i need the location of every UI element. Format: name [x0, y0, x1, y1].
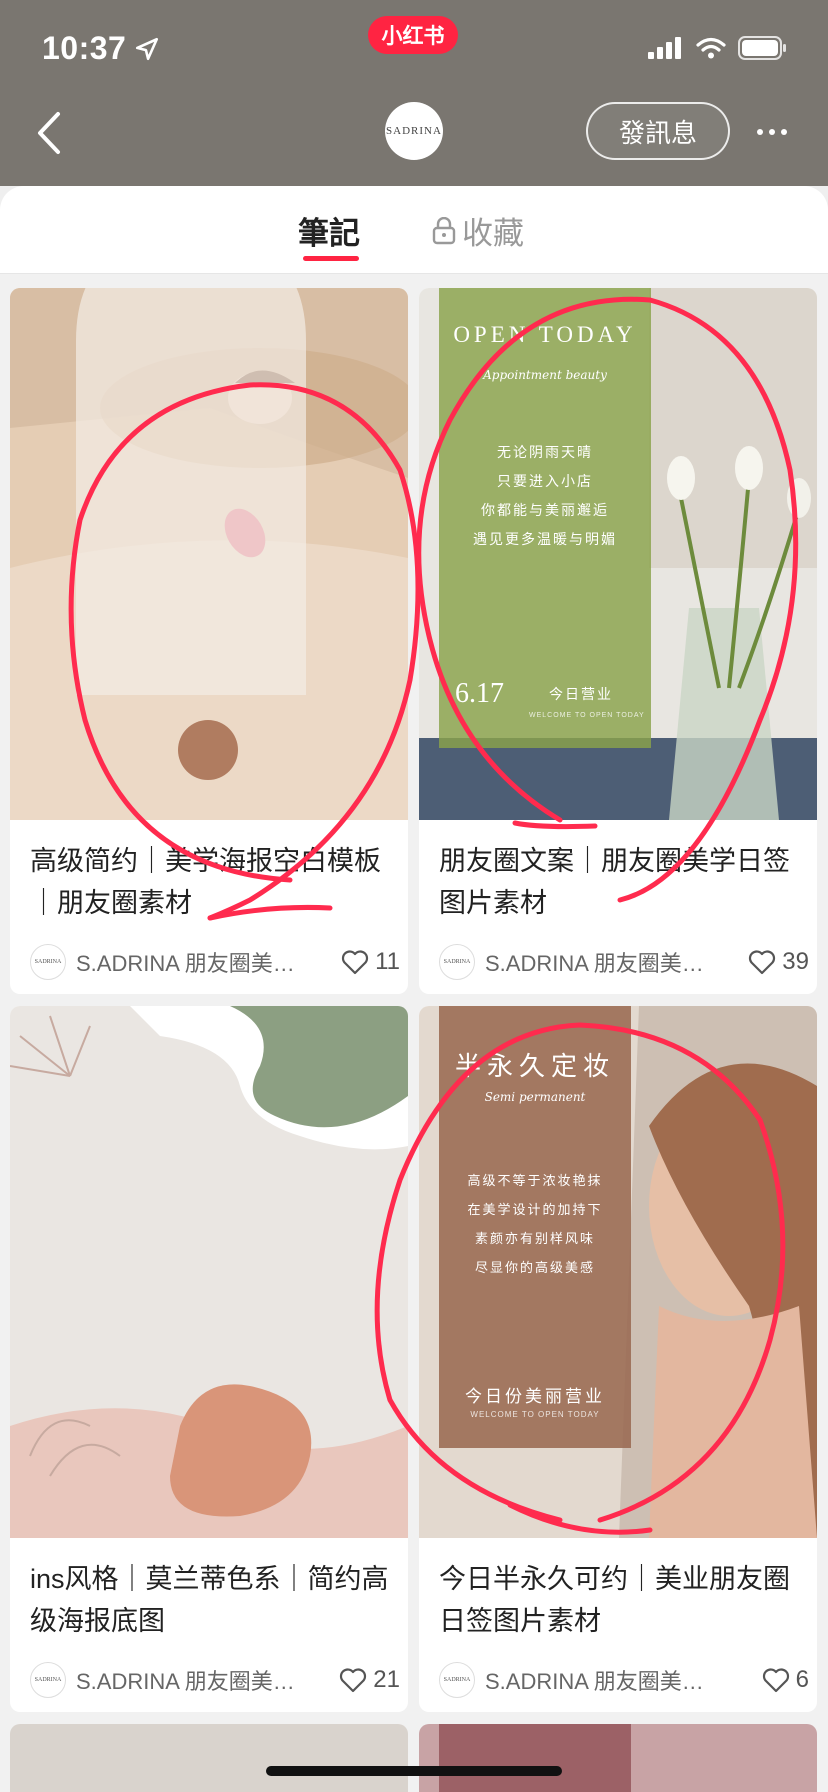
send-message-button[interactable]: 發訊息	[586, 102, 730, 160]
author-avatar[interactable]: SADRINA	[439, 1662, 475, 1698]
heart-icon	[340, 1668, 367, 1693]
author-avatar[interactable]: SADRINA	[439, 944, 475, 980]
author-name[interactable]: S.ADRINA 朋友圈美…	[485, 946, 705, 978]
status-time: 10:37	[42, 30, 160, 67]
note-card[interactable]: 高级简约｜美学海报空白模板｜朋友圈素材 SADRINA S.ADRINA 朋友圈…	[10, 288, 408, 994]
cover-line: 高级不等于浓妆艳抹	[467, 1173, 603, 1188]
note-card-partial[interactable]	[10, 1724, 408, 1792]
note-card-partial[interactable]	[419, 1724, 817, 1792]
battery-icon	[738, 36, 786, 60]
cover-date: 6.17	[455, 678, 504, 709]
profile-tabs: 筆記 收藏	[0, 186, 828, 274]
like-count: 6	[795, 1666, 809, 1693]
note-title[interactable]: ins风格｜莫兰蒂色系｜简约高级海报底图	[30, 1558, 400, 1642]
like-count: 21	[373, 1666, 400, 1693]
author-avatar[interactable]: SADRINA	[30, 944, 66, 980]
status-icons	[648, 36, 788, 60]
like-button[interactable]: 6	[762, 1666, 809, 1694]
cover-welcome: WELCOME TO OPEN TODAY	[529, 712, 645, 719]
heart-icon	[749, 950, 776, 975]
author-name[interactable]: S.ADRINA 朋友圈美…	[485, 1664, 705, 1696]
note-cover-image[interactable]	[10, 1006, 408, 1538]
like-count: 11	[375, 948, 400, 975]
note-cover-image[interactable]	[10, 288, 408, 820]
cover-line: 在美学设计的加持下	[467, 1202, 603, 1217]
note-meta: SADRINA S.ADRINA 朋友圈美… 21	[30, 1660, 400, 1700]
tab-notes[interactable]: 筆記	[298, 208, 360, 253]
like-button[interactable]: 11	[341, 948, 400, 976]
tab-collections-label: 收藏	[462, 216, 524, 251]
wifi-icon	[696, 37, 726, 59]
cover-text-overlay: OPEN TODAY Appointment beauty 无论阴雨天晴 只要进…	[439, 288, 651, 748]
cover-line: 遇见更多温暖与明媚	[473, 531, 617, 547]
note-title[interactable]: 朋友圈文案｜朋友圈美学日签图片素材	[439, 840, 809, 924]
note-card[interactable]: ins风格｜莫兰蒂色系｜简约高级海报底图 SADRINA S.ADRINA 朋友…	[10, 1006, 408, 1712]
cover-open: 今日营业	[549, 686, 613, 702]
cover-heading: 半永久定妆	[454, 1051, 615, 1081]
note-cover-image[interactable]: OPEN TODAY Appointment beauty 无论阴雨天晴 只要进…	[419, 288, 817, 820]
author-name[interactable]: S.ADRINA 朋友圈美…	[76, 1664, 296, 1696]
cover-line: 尽显你的高级美感	[474, 1260, 595, 1275]
cover-open: 今日份美丽营业	[465, 1387, 605, 1406]
author-name[interactable]: S.ADRINA 朋友圈美…	[76, 946, 296, 978]
like-button[interactable]: 21	[339, 1666, 400, 1694]
cover-heading: OPEN TODAY	[453, 322, 637, 347]
app-badge: 小红书	[368, 16, 458, 54]
status-time-text: 10:37	[42, 30, 127, 66]
cover-script: Semi permanent	[484, 1090, 586, 1104]
profile-avatar[interactable]: SADRINA	[385, 102, 443, 160]
like-button[interactable]: 39	[748, 948, 809, 976]
heart-icon	[762, 1668, 789, 1693]
home-indicator	[266, 1766, 562, 1776]
note-meta: SADRINA S.ADRINA 朋友圈美… 39	[439, 942, 809, 982]
profile-header: 10:37 小红书 SADRINA 發訊息	[0, 0, 828, 186]
cover-script: Appointment beauty	[483, 368, 607, 382]
note-title[interactable]: 今日半永久可约｜美业朋友圈日签图片素材	[439, 1558, 809, 1642]
active-tab-indicator	[303, 256, 359, 261]
note-meta: SADRINA S.ADRINA 朋友圈美… 11	[30, 942, 400, 982]
cover-line: 你都能与美丽邂逅	[481, 502, 609, 518]
note-title[interactable]: 高级简约｜美学海报空白模板｜朋友圈素材	[30, 840, 400, 924]
cover-text-overlay: 半永久定妆 Semi permanent 高级不等于浓妆艳抹 在美学设计的加持下…	[439, 1006, 631, 1448]
note-card[interactable]: OPEN TODAY Appointment beauty 无论阴雨天晴 只要进…	[419, 288, 817, 994]
author-avatar[interactable]: SADRINA	[30, 1662, 66, 1698]
cover-line: 素颜亦有别样风味	[474, 1231, 595, 1246]
tab-collections[interactable]: 收藏	[432, 208, 524, 253]
like-count: 39	[782, 948, 809, 975]
note-cover-image[interactable]: 半永久定妆 Semi permanent 高级不等于浓妆艳抹 在美学设计的加持下…	[419, 1006, 817, 1538]
note-meta: SADRINA S.ADRINA 朋友圈美… 6	[439, 1660, 809, 1700]
avatar-logo-text: SADRINA	[386, 125, 442, 137]
note-card[interactable]: 半永久定妆 Semi permanent 高级不等于浓妆艳抹 在美学设计的加持下…	[419, 1006, 817, 1712]
cover-line: 无论阴雨天晴	[497, 444, 593, 460]
more-options-icon[interactable]	[750, 110, 794, 154]
back-icon[interactable]	[30, 108, 70, 158]
signal-icon	[648, 37, 681, 59]
location-arrow-icon	[136, 37, 159, 60]
cover-welcome: WELCOME TO OPEN TODAY	[470, 1410, 600, 1419]
heart-icon	[341, 950, 369, 975]
lock-icon	[432, 216, 456, 244]
cover-line: 只要进入小店	[497, 473, 593, 489]
